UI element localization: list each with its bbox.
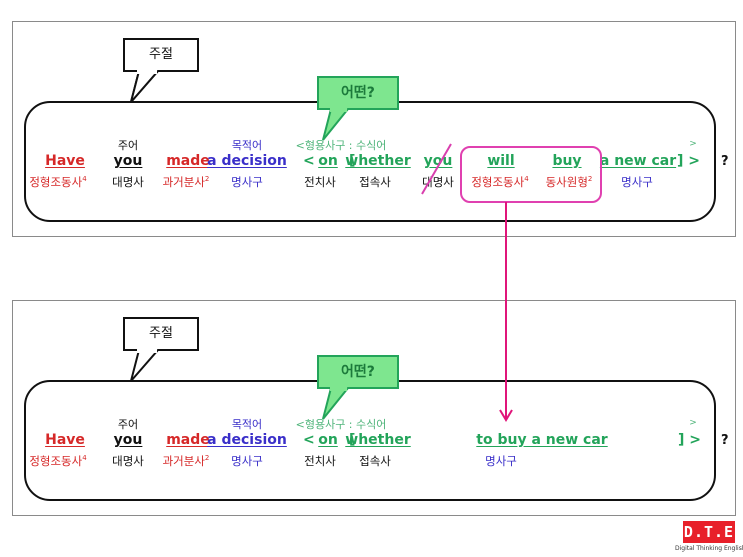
transform-arrow	[499, 202, 513, 422]
logo-subtitle: Digital Thinking English	[675, 545, 743, 552]
logo-mark: D.T.E	[683, 521, 735, 543]
dte-logo: D.T.E Digital Thinking English	[675, 521, 743, 553]
